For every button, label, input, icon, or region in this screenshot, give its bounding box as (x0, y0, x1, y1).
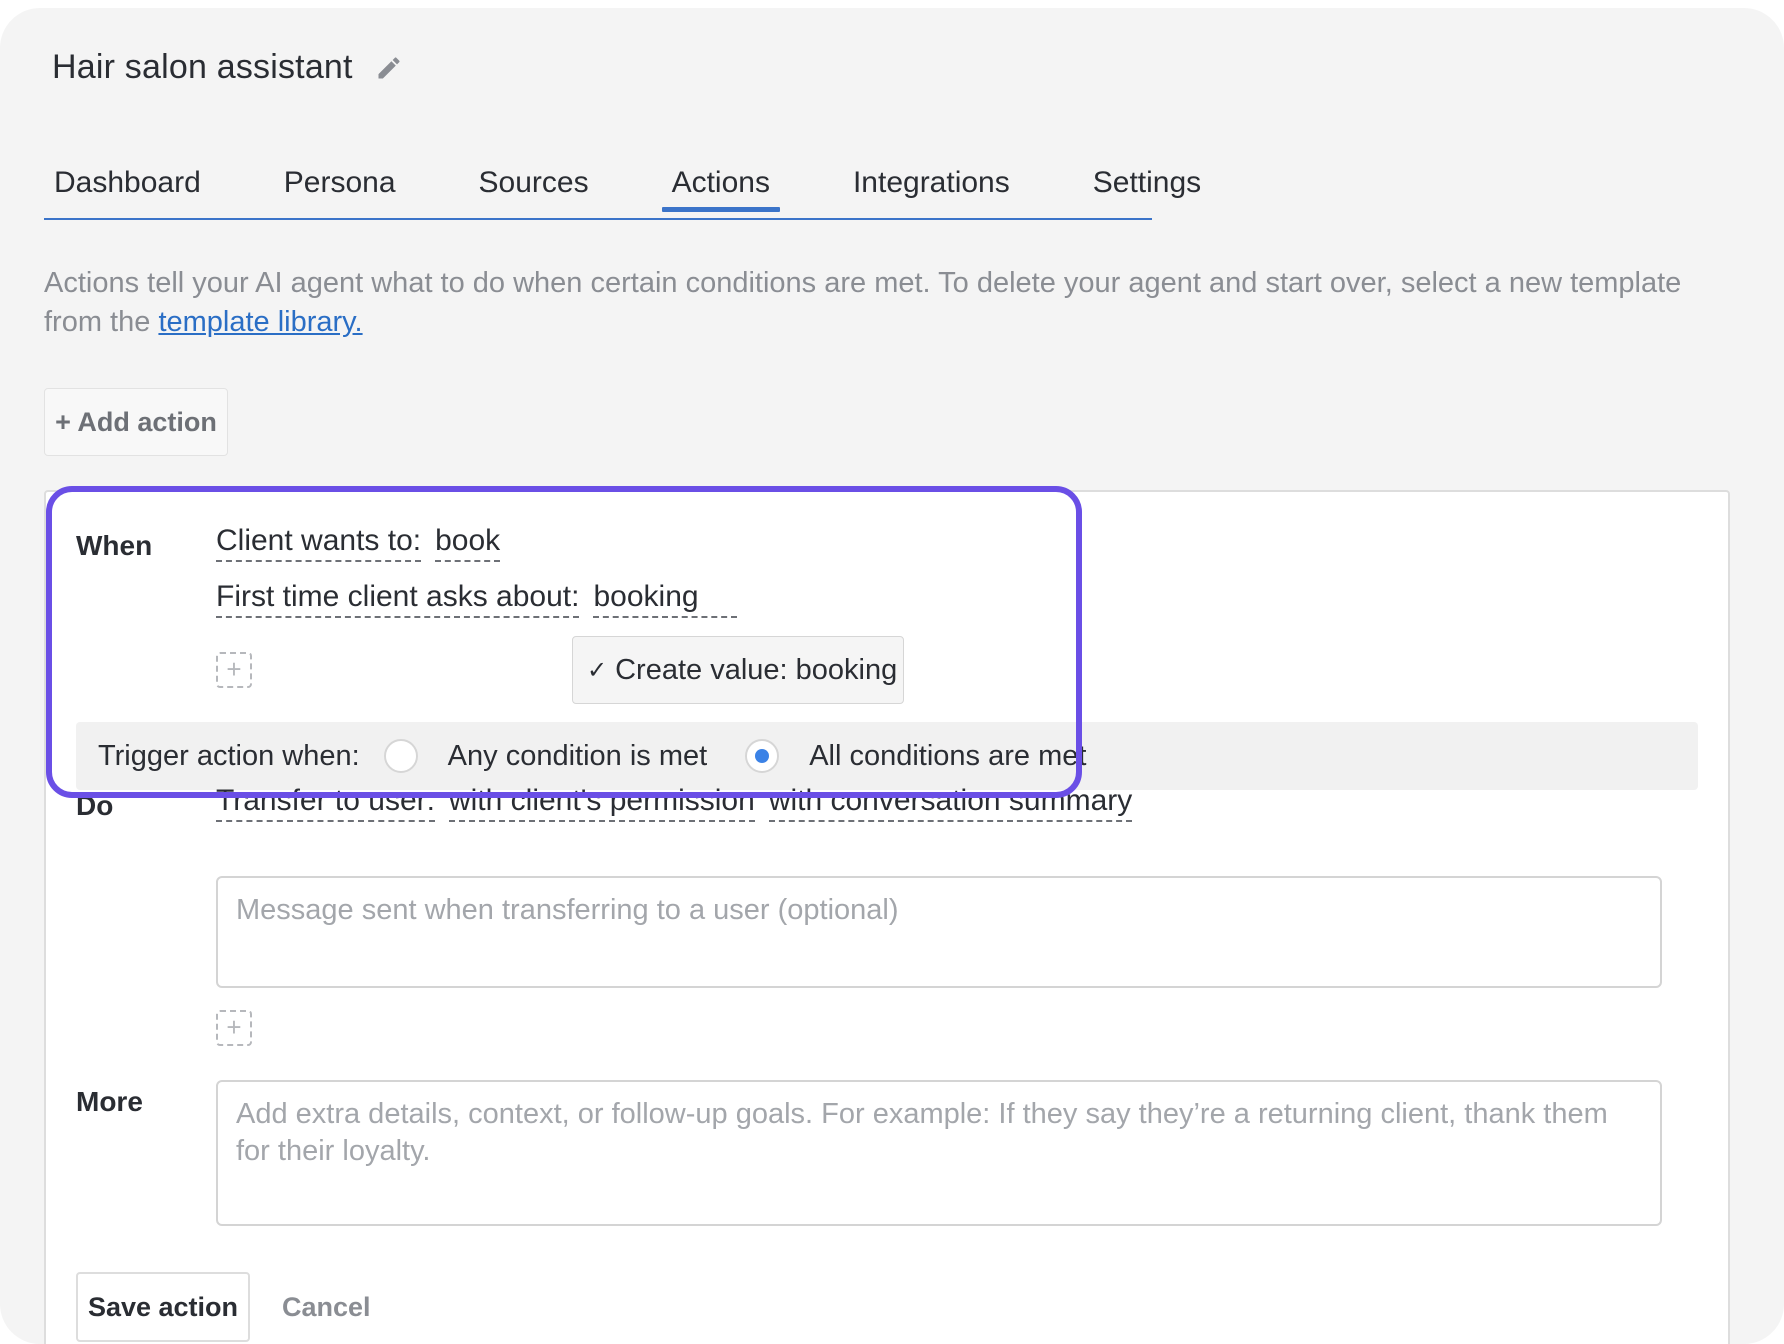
app-frame: Hair salon assistant Dashboard Persona S… (0, 8, 1784, 1344)
add-do-action-button[interactable]: + (216, 1010, 252, 1046)
page-title: Hair salon assistant (52, 48, 353, 86)
option-clients-permission[interactable]: with client's permission (448, 784, 755, 822)
cancel-button[interactable]: Cancel (282, 1272, 371, 1342)
title-row: Hair salon assistant (52, 48, 403, 87)
save-action-button[interactable]: Save action (76, 1272, 250, 1342)
condition-row-2: First time client asks about: booking (216, 580, 737, 618)
add-condition-button[interactable]: + (216, 652, 252, 688)
checkmark-icon: ✓ (587, 656, 608, 684)
pencil-icon[interactable] (375, 54, 403, 82)
transfer-message-input[interactable]: Message sent when transferring to a user… (216, 876, 1662, 988)
option-conversation-summary[interactable]: with conversation summary (768, 784, 1133, 822)
radio-all-conditions-label[interactable]: All conditions are met (809, 740, 1086, 773)
radio-any-condition-label[interactable]: Any condition is met (448, 740, 708, 773)
when-label: When (76, 530, 153, 561)
radio-any-condition[interactable] (383, 739, 418, 773)
create-value-label: Create value: booking (615, 653, 898, 686)
tab-dashboard[interactable]: Dashboard (44, 158, 211, 208)
condition-name-client-wants-to[interactable]: Client wants to: (216, 524, 422, 562)
radio-selected-dot (755, 749, 770, 763)
radio-all-conditions[interactable] (745, 739, 780, 773)
trigger-row: Trigger action when: Any condition is me… (76, 722, 1698, 790)
tab-settings[interactable]: Settings (1083, 158, 1211, 208)
more-label: More (76, 1086, 143, 1117)
plus-icon: + (226, 1012, 242, 1042)
action-transfer-to-user[interactable]: Transfer to user: (216, 784, 435, 822)
tab-bar: Dashboard Persona Sources Actions Integr… (44, 158, 1201, 220)
condition-value-booking[interactable]: booking (593, 580, 737, 618)
plus-icon: + (226, 654, 242, 684)
create-value-option[interactable]: ✓ Create value: booking (572, 636, 904, 704)
condition-name-first-time-client[interactable]: First time client asks about: (216, 580, 580, 618)
tab-integrations[interactable]: Integrations (843, 158, 1020, 208)
condition-row-1: Client wants to: book (216, 524, 501, 562)
do-label: Do (76, 790, 114, 821)
trigger-label: Trigger action when: (98, 739, 360, 772)
do-action-row: Transfer to user: with client's permissi… (216, 784, 1133, 822)
more-details-input[interactable]: Add extra details, context, or follow-up… (216, 1080, 1662, 1226)
action-card: When Client wants to: book First time cl… (44, 490, 1730, 1344)
template-library-link[interactable]: template library. (158, 306, 362, 338)
description: Actions tell your AI agent what to do wh… (44, 264, 1734, 342)
add-action-button[interactable]: + Add action (44, 388, 228, 456)
tab-actions[interactable]: Actions (661, 158, 781, 212)
tab-sources[interactable]: Sources (469, 158, 599, 208)
tab-persona[interactable]: Persona (274, 158, 406, 208)
condition-value-book[interactable]: book (435, 524, 501, 562)
